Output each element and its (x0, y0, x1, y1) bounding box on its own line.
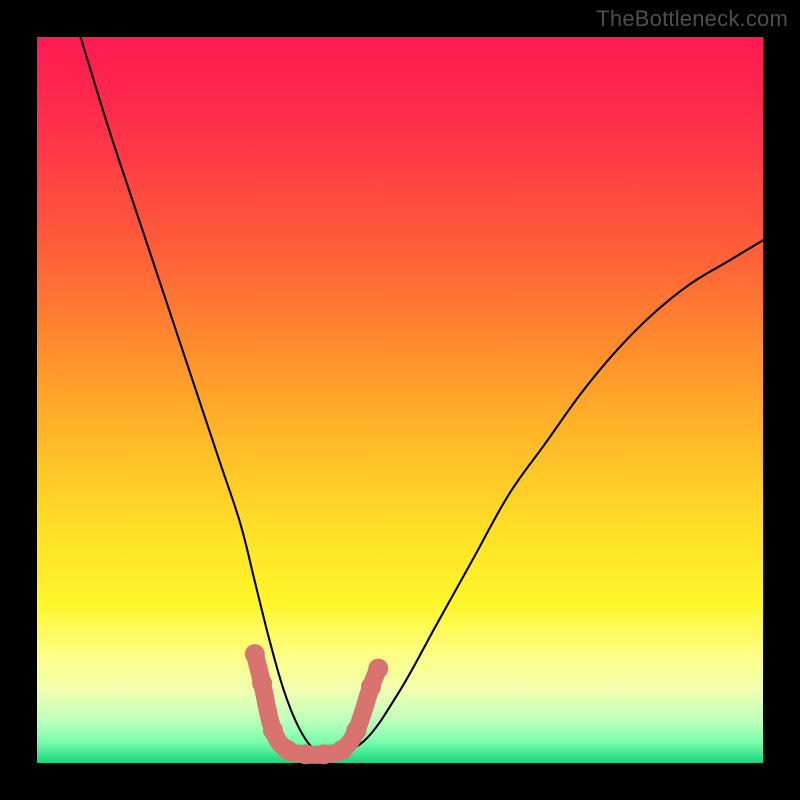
marker-dot (263, 720, 283, 740)
chart-frame: TheBottleneck.com (0, 0, 800, 800)
watermark-text: TheBottleneck.com (596, 6, 788, 32)
marker-dot (252, 673, 272, 693)
marker-dot (368, 659, 388, 679)
marker-dot (296, 744, 316, 764)
marker-dot (332, 740, 352, 760)
marker-dot (314, 744, 334, 764)
marker-dot (361, 677, 381, 697)
curve-markers (245, 644, 388, 764)
plot-area (37, 37, 763, 763)
marker-dot (277, 740, 297, 760)
marker-dot (346, 720, 366, 740)
marker-dot (245, 644, 265, 664)
bottleneck-curve (81, 37, 763, 756)
chart-svg (37, 37, 763, 763)
